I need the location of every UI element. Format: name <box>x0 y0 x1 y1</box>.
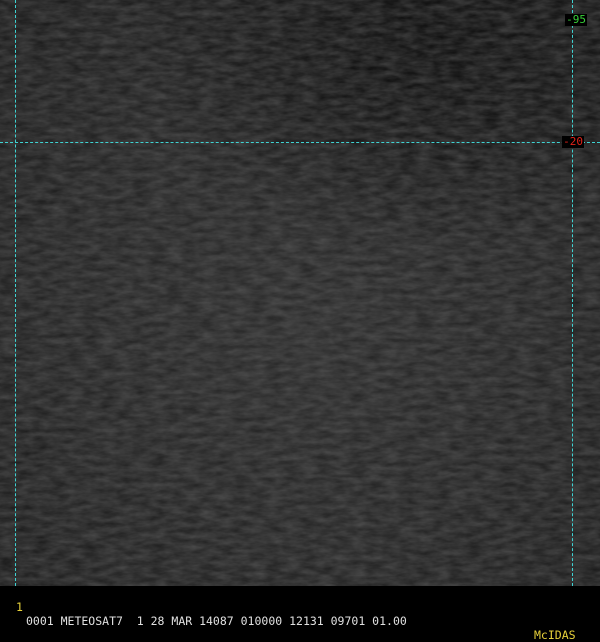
mcidas-brand: McIDAS <box>534 628 576 642</box>
satellite-image <box>0 0 600 586</box>
longitude-grid-line-right <box>572 0 573 586</box>
status-bar: 1 0001 METEOSAT7 1 28 MAR 14087 010000 1… <box>0 586 600 642</box>
longitude-grid-line-left <box>15 0 16 586</box>
latitude-label: -20 <box>562 135 584 148</box>
image-info-text: 0001 METEOSAT7 1 28 MAR 14087 010000 121… <box>26 614 407 628</box>
frame-number: 1 <box>16 600 23 614</box>
cloud-texture <box>0 0 600 586</box>
latitude-grid-line <box>0 142 600 143</box>
longitude-label: -95 <box>565 13 587 26</box>
